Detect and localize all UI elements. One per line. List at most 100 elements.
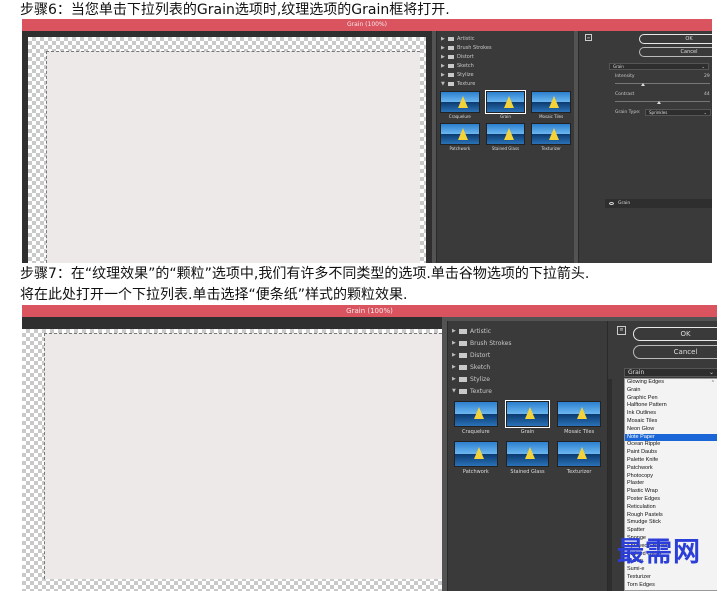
filter-thumb-mosaic-tiles[interactable]: Mosaic Tiles	[557, 401, 601, 435]
expand-right-icon[interactable]: ▶	[452, 352, 459, 358]
intensity-value[interactable]: 29	[704, 74, 710, 79]
dropdown-item-poster-edges[interactable]: Poster Edges	[625, 496, 717, 504]
dropdown-item-ocean-ripple[interactable]: Ocean Ripple	[625, 441, 717, 449]
filter-thumb-stained-glass[interactable]: Stained Glass	[485, 123, 526, 151]
filter-thumb-texturizer[interactable]: Texturizer	[557, 441, 601, 475]
cancel-button[interactable]: Cancel	[633, 345, 717, 359]
grain-type-label: Grain Type:	[615, 110, 641, 115]
filter-gallery-screenshot-2: Grain (100%) ▶ Artistic ▶ Brush Strokes ▶ Dis…	[22, 305, 717, 591]
dropdown-item-patchwork[interactable]: Patchwork	[625, 465, 717, 473]
filter-category-label: Texture	[470, 387, 492, 395]
filter-category-label: Brush Strokes	[470, 339, 512, 347]
filter-category-texture[interactable]: ▼ Texture	[448, 385, 607, 397]
dropdown-item-neon-glow[interactable]: Neon Glow	[625, 426, 717, 434]
dropdown-item-torn-edges[interactable]: Torn Edges	[625, 582, 717, 590]
filter-thumbnail-image	[505, 441, 550, 467]
dropdown-item-smudge-stick[interactable]: Smudge Stick	[625, 519, 717, 527]
filter-category-texture[interactable]: ▼ Texture	[437, 79, 574, 88]
filter-category-brush-strokes[interactable]: ▶ Brush Strokes	[437, 43, 574, 52]
expand-down-icon[interactable]: ▼	[452, 388, 459, 394]
dropdown-item-palette-knife[interactable]: Palette Knife	[625, 457, 717, 465]
dropdown-item-glowing-edges[interactable]: Glowing Edges	[625, 379, 717, 387]
effect-layer-row[interactable]: Grain	[605, 199, 712, 208]
step7-caption-line2: 将在此处打开一个下拉列表.单击选择“便条纸”样式的颗粒效果.	[20, 287, 408, 303]
expand-right-icon[interactable]: ▶	[441, 36, 448, 42]
dropdown-item-ink-outlines[interactable]: Ink Outlines	[625, 410, 717, 418]
grain-type-value: Sprinkles	[649, 110, 668, 115]
scroll-up-icon[interactable]: ⌃	[711, 380, 715, 386]
expand-right-icon[interactable]: ▶	[452, 364, 459, 370]
dropdown-item-paint-daubs[interactable]: Paint Daubs	[625, 449, 717, 457]
filter-thumb-stained-glass[interactable]: Stained Glass	[505, 441, 550, 475]
expand-right-icon[interactable]: ▶	[441, 45, 448, 51]
filter-category-artistic[interactable]: ▶ Artistic	[448, 325, 607, 337]
filter-category-label: Texture	[457, 80, 476, 87]
contrast-value[interactable]: 44	[704, 92, 710, 97]
filter-thumb-patchwork[interactable]: Patchwork	[440, 123, 480, 151]
filter-category-label: Stylize	[457, 71, 474, 78]
filter-category-distort[interactable]: ▶ Distort	[448, 349, 607, 361]
filter-category-artistic[interactable]: ▶ Artistic	[437, 34, 574, 43]
filter-thumb-label: Mosaic Tiles	[564, 429, 595, 435]
expand-right-icon[interactable]: ▶	[441, 63, 448, 69]
expand-right-icon[interactable]: ▶	[452, 340, 459, 346]
dropdown-item-halftone-pattern[interactable]: Halftone Pattern	[625, 402, 717, 410]
filter-select[interactable]: Grain ⌄	[609, 63, 709, 70]
dropdown-item-grain[interactable]: Grain	[625, 387, 717, 395]
filter-thumb-craquelure[interactable]: Craquelure	[454, 401, 498, 435]
dropdown-item-rough-pastels[interactable]: Rough Pastels	[625, 512, 717, 520]
filter-select[interactable]: Grain ⌄	[624, 368, 717, 377]
ok-button[interactable]: OK	[633, 327, 717, 341]
eye-icon[interactable]	[609, 202, 614, 205]
filter-category-distort[interactable]: ▶ Distort	[437, 52, 574, 61]
folder-icon	[448, 54, 454, 59]
filter-category-stylize[interactable]: ▶ Stylize	[437, 70, 574, 79]
filter-category-sketch[interactable]: ▶ Sketch	[448, 361, 607, 373]
filter-thumb-craquelure[interactable]: Craquelure	[440, 91, 480, 119]
dropdown-item-mosaic-tiles[interactable]: Mosaic Tiles	[625, 418, 717, 426]
ok-button[interactable]: OK	[639, 34, 712, 44]
expand-right-icon[interactable]: ▶	[452, 328, 459, 334]
toggle-gallery-icon[interactable]: ≡	[585, 34, 592, 41]
filter-thumb-grain[interactable]: Grain	[504, 400, 551, 435]
folder-icon	[448, 45, 454, 50]
grain-type-select[interactable]: Sprinkles ⌄	[645, 109, 711, 116]
filter-thumb-texturizer[interactable]: Texturizer	[531, 123, 571, 151]
preview-canvas	[46, 51, 420, 263]
filter-thumbnail-image	[440, 91, 480, 113]
filter-thumbnail-image	[504, 400, 551, 428]
dropdown-item-plastic-wrap[interactable]: Plastic Wrap	[625, 488, 717, 496]
folder-icon	[448, 72, 454, 77]
intensity-slider-knob[interactable]	[641, 83, 645, 86]
intensity-slider[interactable]	[615, 83, 710, 84]
filter-category-label: Sketch	[457, 62, 474, 69]
preview-area	[22, 317, 442, 591]
filter-category-sketch[interactable]: ▶ Sketch	[437, 61, 574, 70]
expand-right-icon[interactable]: ▶	[441, 54, 448, 60]
dropdown-item-photocopy[interactable]: Photocopy	[625, 473, 717, 481]
filter-category-panel: ▶ Artistic ▶ Brush Strokes ▶ Distort ▶ Sketch ▶ S…	[436, 31, 574, 263]
contrast-slider[interactable]	[615, 101, 710, 102]
filter-thumb-grain[interactable]: Grain	[484, 90, 527, 119]
filter-thumbnail-image	[454, 441, 498, 467]
filter-select-value: Grain	[628, 369, 645, 376]
filter-thumb-mosaic-tiles[interactable]: Mosaic Tiles	[531, 91, 571, 119]
dropdown-item-note-paper[interactable]: Note Paper	[625, 433, 717, 442]
dropdown-item-plaster[interactable]: Plaster	[625, 480, 717, 488]
dropdown-item-texturizer[interactable]: Texturizer	[625, 574, 717, 582]
filter-thumb-label: Craquelure	[448, 114, 471, 119]
filter-thumb-label: Texturizer	[566, 469, 592, 475]
intensity-label: Intensity	[615, 74, 635, 79]
toggle-gallery-icon[interactable]: ≡	[617, 326, 626, 335]
expand-right-icon[interactable]: ▶	[441, 72, 448, 78]
cancel-button[interactable]: Cancel	[639, 47, 712, 57]
filter-thumb-label: Stained Glass	[491, 146, 520, 151]
dropdown-item-reticulation[interactable]: Reticulation	[625, 504, 717, 512]
contrast-slider-knob[interactable]	[657, 101, 661, 104]
filter-category-brush-strokes[interactable]: ▶ Brush Strokes	[448, 337, 607, 349]
filter-thumb-patchwork[interactable]: Patchwork	[454, 441, 498, 475]
dropdown-item-graphic-pen[interactable]: Graphic Pen	[625, 395, 717, 403]
filter-category-stylize[interactable]: ▶ Stylize	[448, 373, 607, 385]
expand-down-icon[interactable]: ▼	[441, 81, 448, 87]
expand-right-icon[interactable]: ▶	[452, 376, 459, 382]
